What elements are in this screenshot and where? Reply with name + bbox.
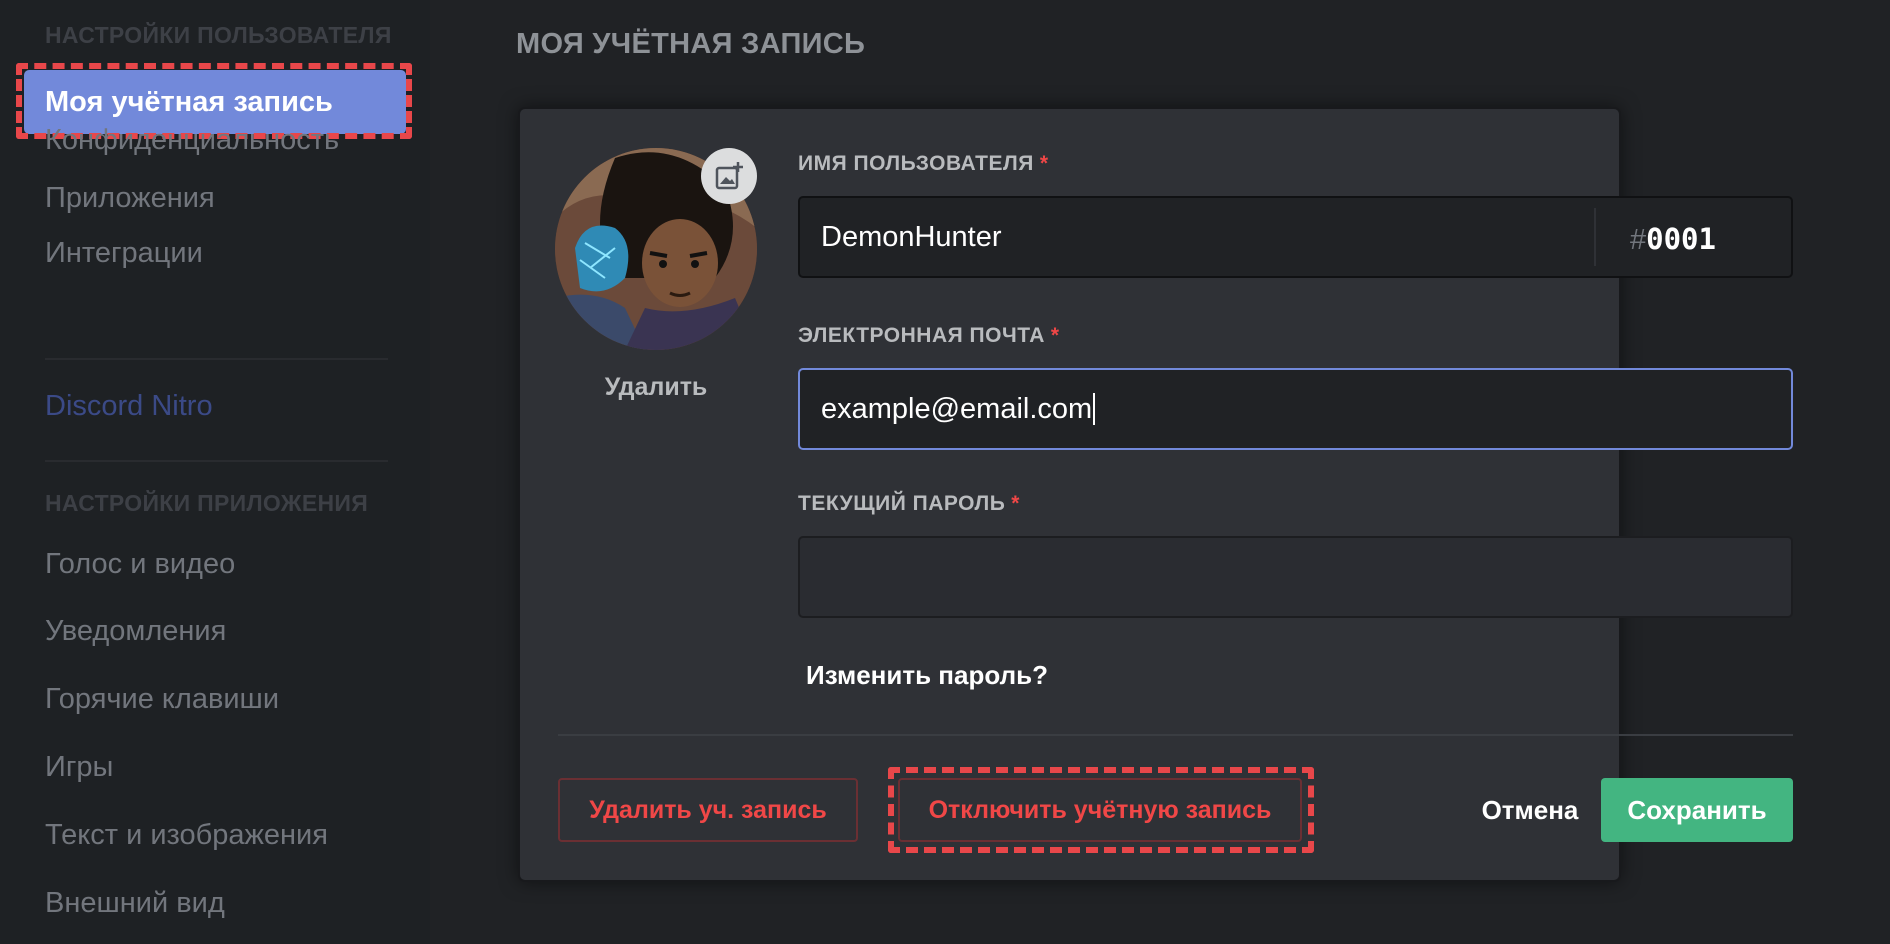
username-value: DemonHunter [821,220,1002,253]
page-title: МОЯ УЧЁТНАЯ ЗАПИСЬ [516,28,866,60]
email-input[interactable]: example@email.com [798,368,1793,450]
app-settings-header: НАСТРОЙКИ ПРИЛОЖЕНИЯ [45,490,369,516]
change-password-link[interactable]: Изменить пароль? [806,660,1048,691]
sidebar-item-integrations[interactable]: Интеграции [45,237,203,270]
sidebar-divider [45,460,388,462]
sidebar-item-keybinds[interactable]: Горячие клавиши [45,683,279,716]
discriminator-value: 0001 [1646,222,1716,256]
sidebar-divider [45,358,388,360]
save-button[interactable]: Сохранить [1601,778,1793,842]
required-mark: * [1011,492,1020,515]
image-plus-icon [715,162,743,190]
sidebar-item-appearance[interactable]: Внешний вид [45,887,225,920]
sidebar-item-text-images[interactable]: Текст и изображения [45,819,328,852]
sidebar-item-games[interactable]: Игры [45,751,113,784]
remove-avatar-link[interactable]: Удалить [555,373,757,402]
user-settings-header: НАСТРОЙКИ ПОЛЬЗОВАТЕЛЯ [45,22,392,48]
required-mark: * [1039,152,1049,175]
discriminator-hash: # [1630,224,1647,256]
avatar-upload-button[interactable] [701,148,757,204]
password-input[interactable] [798,536,1793,618]
sidebar-item-notifications[interactable]: Уведомления [45,615,226,648]
username-label-text: ИМЯ ПОЛЬЗОВАТЕЛЯ [798,152,1034,175]
sidebar-item-applications[interactable]: Приложения [45,182,215,215]
email-label: ЭЛЕКТРОННАЯ ПОЧТА * [798,324,1060,348]
password-label-text: ТЕКУЩИЙ ПАРОЛЬ [798,492,1006,515]
email-label-text: ЭЛЕКТРОННАЯ ПОЧТА [798,324,1045,347]
password-label: ТЕКУЩИЙ ПАРОЛЬ * [798,492,1020,516]
sidebar-item-privacy[interactable]: Конфиденциальность [45,124,339,157]
required-mark: * [1050,324,1060,347]
discriminator-separator [1594,208,1596,266]
email-value: example@email.com [821,392,1093,425]
card-divider [558,734,1793,736]
delete-account-button[interactable]: Удалить уч. запись [558,778,858,842]
username-label: ИМЯ ПОЛЬЗОВАТЕЛЯ * [798,152,1049,176]
text-cursor [1093,393,1096,425]
settings-sidebar: НАСТРОЙКИ ПОЛЬЗОВАТЕЛЯ Моя учётная запис… [0,0,430,944]
annotation-highlight-disable-account [888,767,1314,853]
discriminator-input[interactable]: #0001 [1630,214,1716,264]
sidebar-item-voice-video[interactable]: Голос и видео [45,548,235,581]
sidebar-item-nitro[interactable]: Discord Nitro [45,390,213,423]
cancel-button[interactable]: Отмена [1430,778,1630,842]
